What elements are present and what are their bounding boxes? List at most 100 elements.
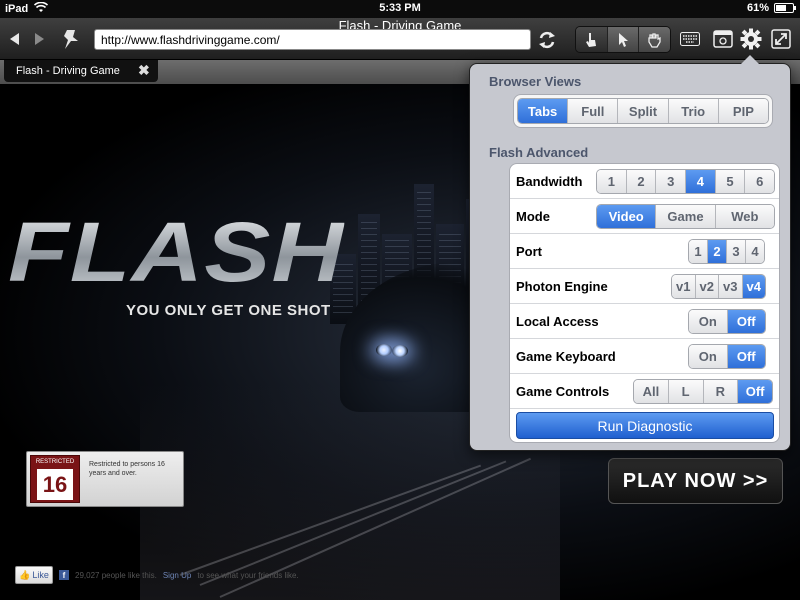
- touch-mode-button[interactable]: [576, 27, 608, 52]
- bookmarks-button[interactable]: [60, 27, 86, 51]
- segment-option[interactable]: On: [689, 345, 728, 368]
- segment-option[interactable]: Web: [715, 205, 774, 228]
- settings-popover: Browser Views Tabs Full Split Trio PIP Flash…: [469, 55, 791, 451]
- tagline: YOU ONLY GET ONE SHOT: [126, 302, 331, 319]
- battery-icon: [774, 3, 796, 13]
- setting-row-mode: Mode Video Game Web: [510, 199, 779, 234]
- tab-label: Flash - Driving Game: [16, 65, 120, 77]
- run-diagnostic-button[interactable]: Run Diagnostic: [516, 412, 774, 439]
- browser-toolbar: Flash - Driving Game http://www.flashdri…: [0, 18, 800, 60]
- flash-settings-card: Bandwidth 123456 Mode Video Game Web Port …: [509, 163, 780, 443]
- keyboard-button[interactable]: [679, 28, 701, 50]
- reload-button[interactable]: [535, 28, 559, 52]
- setting-row-bandwidth: Bandwidth 123456: [510, 164, 779, 199]
- game-keyboard-toggle: On Off: [688, 344, 766, 369]
- setting-row-photon-engine: Photon Engine v1 v2 v3 v4: [510, 269, 779, 304]
- setting-row-local-access: Local Access On Off: [510, 304, 779, 339]
- browser-views-selector: Tabs Full Split Trio PIP: [517, 98, 769, 124]
- forward-button[interactable]: [32, 30, 48, 48]
- segment-option[interactable]: 1: [597, 170, 627, 193]
- segment-option[interactable]: R: [703, 380, 739, 403]
- setting-label: Photon Engine: [516, 279, 608, 294]
- setting-row-port: Port 1234: [510, 234, 779, 269]
- settings-button[interactable]: [739, 27, 763, 51]
- reload-icon: [539, 31, 555, 49]
- age-rating-badge: RESTRICTED 16 Restricted to persons 16 y…: [26, 451, 184, 507]
- facebook-icon: f: [59, 570, 69, 580]
- popover-arrow: [741, 55, 759, 64]
- expand-icon: [771, 29, 791, 49]
- pushpin-icon: [64, 30, 78, 49]
- gear-icon: [740, 28, 762, 50]
- window-button[interactable]: [711, 27, 735, 51]
- setting-label: Port: [516, 244, 542, 259]
- segment-option[interactable]: v3: [719, 275, 743, 298]
- flash-logo: FLASH: [8, 205, 345, 299]
- setting-row-game-controls: Game Controls All L R Off: [510, 374, 779, 409]
- setting-label: Mode: [516, 209, 550, 224]
- play-now-button[interactable]: PLAY NOW >>: [608, 458, 783, 504]
- segment-option[interactable]: Game: [656, 205, 716, 228]
- local-access-toggle: On Off: [688, 309, 766, 334]
- fullscreen-button[interactable]: [769, 27, 793, 51]
- like-count: 29,027 people like this.: [75, 570, 157, 580]
- port-selector: 1234: [688, 239, 765, 264]
- like-button[interactable]: 👍 Like: [15, 566, 53, 584]
- tab-flash-driving-game[interactable]: Flash - Driving Game ✖: [4, 60, 158, 82]
- segment-option[interactable]: 5: [715, 170, 746, 193]
- browser-views-container: Tabs Full Split Trio PIP: [513, 94, 773, 128]
- facebook-like-bar: 👍 Like f 29,027 people like this. Sign U…: [15, 566, 299, 584]
- segment-option[interactable]: 1: [689, 240, 708, 263]
- segment-option[interactable]: 3: [656, 170, 687, 193]
- segment-option[interactable]: Tabs: [518, 99, 569, 123]
- grab-mode-button[interactable]: [639, 27, 670, 52]
- status-bar: iPad 5:33 PM 61%: [0, 0, 800, 18]
- segment-option[interactable]: Video: [597, 205, 657, 228]
- like-button-label: Like: [32, 570, 49, 580]
- thumbs-up-icon: 👍: [19, 569, 31, 580]
- touch-hand-icon: [586, 32, 597, 47]
- back-button[interactable]: [6, 30, 22, 48]
- segment-option[interactable]: 2: [626, 170, 657, 193]
- grab-hand-icon: [648, 32, 661, 48]
- segment-option[interactable]: Split: [618, 99, 669, 123]
- setting-label: Bandwidth: [516, 174, 583, 189]
- segment-option[interactable]: Off: [727, 310, 765, 333]
- keyboard-icon: [680, 32, 700, 46]
- segment-option[interactable]: 2: [708, 240, 727, 263]
- segment-option[interactable]: Full: [568, 99, 619, 123]
- game-controls-selector: All L R Off: [633, 379, 773, 404]
- url-input[interactable]: http://www.flashdrivinggame.com/: [94, 29, 531, 50]
- setting-label: Game Keyboard: [516, 349, 616, 364]
- setting-row-game-keyboard: Game Keyboard On Off: [510, 339, 779, 374]
- pointer-mode-button[interactable]: [607, 27, 640, 52]
- rating-icon: RESTRICTED 16: [30, 455, 80, 503]
- close-tab-icon[interactable]: ✖: [138, 63, 152, 77]
- segment-option[interactable]: v2: [695, 275, 719, 298]
- segment-option[interactable]: v1: [672, 275, 696, 298]
- segment-option[interactable]: 4: [746, 240, 764, 263]
- segment-option[interactable]: 3: [727, 240, 746, 263]
- signup-link[interactable]: Sign Up: [163, 571, 191, 580]
- segment-option[interactable]: Off: [738, 380, 772, 403]
- mode-selector: Video Game Web: [596, 204, 775, 229]
- photon-engine-selector: v1 v2 v3 v4: [671, 274, 766, 299]
- segment-option[interactable]: All: [634, 380, 669, 403]
- battery-percent: 61%: [746, 2, 769, 14]
- segment-option[interactable]: L: [668, 380, 704, 403]
- like-suffix: to see what your friends like.: [197, 570, 299, 580]
- pointer-arrow-icon: [619, 32, 628, 47]
- segment-option[interactable]: 4: [686, 170, 716, 193]
- segment-option[interactable]: On: [689, 310, 728, 333]
- bandwidth-selector: 123456: [596, 169, 775, 194]
- segment-option[interactable]: Trio: [668, 99, 719, 123]
- forward-arrow-icon: [35, 33, 44, 45]
- segment-option[interactable]: 6: [745, 170, 774, 193]
- segment-option[interactable]: Off: [727, 345, 765, 368]
- rating-number: 16: [37, 469, 73, 500]
- setting-label: Local Access: [516, 314, 599, 329]
- segment-option[interactable]: PIP: [718, 99, 768, 123]
- segment-option[interactable]: v4: [742, 275, 765, 298]
- browser-views-title: Browser Views: [489, 74, 582, 89]
- rating-label: RESTRICTED: [35, 459, 75, 465]
